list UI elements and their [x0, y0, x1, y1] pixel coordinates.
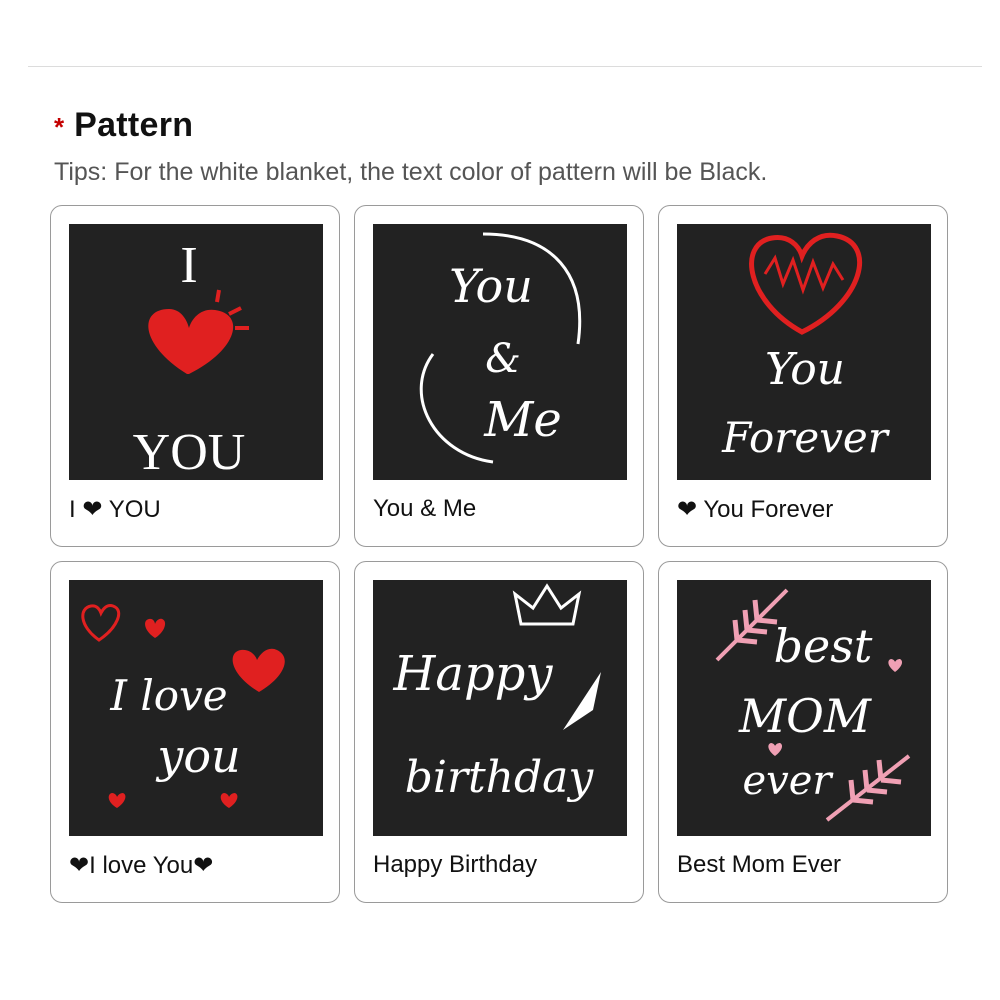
- crown-icon: [512, 583, 582, 626]
- art-text-3: ever: [742, 758, 834, 804]
- art-text-2: you: [155, 729, 240, 783]
- pattern-label: ❤ You Forever: [677, 495, 833, 524]
- heart-icon: [220, 793, 238, 808]
- pattern-label: I ❤ YOU: [69, 495, 161, 524]
- best-mom-ever-artwork: best MOM ever: [715, 588, 911, 822]
- required-mark: *: [54, 112, 65, 142]
- art-text-1: I: [180, 237, 197, 294]
- heart-icon: [145, 618, 166, 638]
- label-text-pre: Happy Birthday: [373, 851, 538, 878]
- tips-text: Tips: For the white blanket, the text co…: [54, 158, 768, 186]
- label-text-post: You Forever: [697, 496, 834, 523]
- pattern-thumbnail: You Forever: [677, 224, 931, 480]
- spark-icon: [228, 306, 242, 316]
- pattern-thumbnail: You & Me: [373, 224, 627, 480]
- top-divider: [28, 66, 982, 67]
- section-title: Pattern: [74, 106, 194, 144]
- rocket-icon: [563, 672, 601, 730]
- pattern-grid: I YOU I ❤ YOU You & Me You & Me You Fore…: [50, 205, 950, 905]
- heart-icon: ❤: [677, 496, 698, 523]
- heart-icon: ❤: [82, 496, 103, 523]
- heart-icon: [768, 743, 783, 756]
- happy-birthday-artwork: Happy birthday: [392, 583, 601, 803]
- label-text-pre: Best Mom Ever: [677, 851, 842, 878]
- heart-icon: [108, 793, 126, 808]
- heart-icon: [148, 309, 234, 374]
- scribble-icon: [763, 254, 845, 295]
- pattern-option-i-love-you[interactable]: I YOU I ❤ YOU: [50, 205, 340, 547]
- pattern-option-you-forever[interactable]: You Forever ❤ You Forever: [658, 205, 948, 547]
- i-love-you-artwork: I love you: [81, 604, 285, 808]
- heart-icon: [888, 659, 903, 672]
- pattern-thumbnail: I YOU: [69, 224, 323, 480]
- art-text-2: MOM: [738, 689, 873, 743]
- pattern-label: You & Me: [373, 495, 476, 523]
- pattern-label: Happy Birthday: [373, 851, 537, 879]
- art-text-3: Me: [483, 392, 562, 448]
- pattern-label: ❤I love You❤: [69, 851, 213, 880]
- label-text-pre: You & Me: [373, 495, 477, 522]
- label-text-pre: ❤I love You❤: [69, 852, 214, 879]
- pattern-option-i-love-you-script[interactable]: I love you ❤I love You❤: [50, 561, 340, 903]
- you-forever-artwork: You Forever: [721, 232, 891, 462]
- label-text-post: YOU: [102, 496, 161, 523]
- i-heart-you-artwork: I YOU: [133, 237, 249, 480]
- pattern-thumbnail: I love you: [69, 580, 323, 836]
- art-text-1: You: [765, 344, 845, 395]
- art-text-2: birthday: [405, 752, 595, 803]
- art-text-1: best: [774, 619, 873, 673]
- you-and-me-artwork: You & Me: [419, 232, 582, 464]
- pattern-option-best-mom-ever[interactable]: best MOM ever Best Mom Ever: [658, 561, 948, 903]
- label-text-pre: I: [69, 496, 83, 523]
- art-text-1: You: [449, 259, 533, 313]
- art-text-2: YOU: [133, 424, 246, 480]
- heart-icon: [232, 648, 285, 692]
- section-header: * Pattern: [54, 106, 193, 145]
- pattern-thumbnail: best MOM ever: [677, 580, 931, 836]
- heart-outline-icon: [81, 604, 121, 642]
- pattern-thumbnail: Happy birthday: [373, 580, 627, 836]
- pattern-option-you-and-me[interactable]: You & Me You & Me: [354, 205, 644, 547]
- art-text-2: Forever: [721, 413, 891, 462]
- pattern-option-happy-birthday[interactable]: Happy birthday Happy Birthday: [354, 561, 644, 903]
- art-text-1: Happy: [392, 646, 553, 702]
- art-text-1: I love: [109, 671, 227, 720]
- spark-icon: [215, 289, 221, 303]
- pattern-label: Best Mom Ever: [677, 851, 841, 879]
- wreath-branch-icon: [419, 353, 494, 464]
- art-text-2: &: [485, 336, 521, 382]
